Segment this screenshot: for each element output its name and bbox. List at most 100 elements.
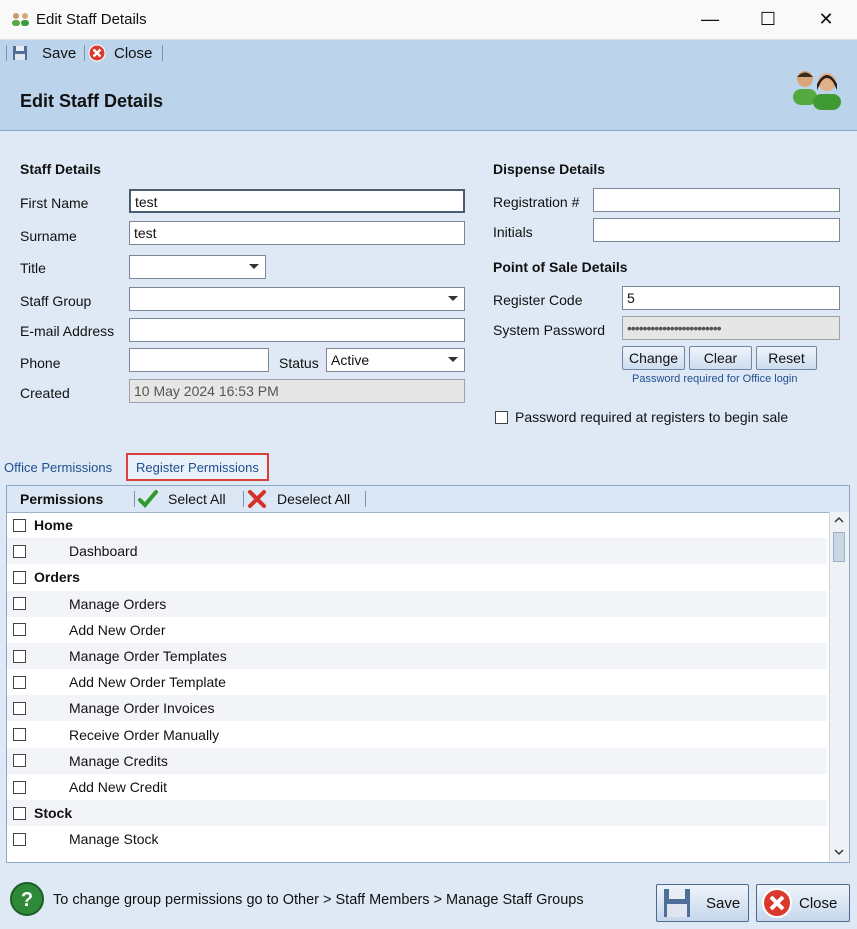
window-title: Edit Staff Details xyxy=(36,11,147,28)
change-password-button[interactable]: Change xyxy=(622,346,685,370)
permissions-scrollbar[interactable] xyxy=(829,512,849,862)
close-label: Close xyxy=(799,894,838,912)
maximize-button[interactable]: ☐ xyxy=(739,0,797,39)
scroll-up-icon[interactable] xyxy=(833,514,845,526)
toolbar-save-button[interactable]: Save xyxy=(12,43,76,63)
scroll-down-icon[interactable] xyxy=(833,846,845,858)
registration-label: Registration # xyxy=(493,194,580,210)
created-field: 10 May 2024 16:53 PM xyxy=(129,379,465,403)
permission-label: Manage Stock xyxy=(69,831,159,848)
permission-row[interactable]: Manage Stock xyxy=(7,826,827,852)
tab-office-permissions[interactable]: Office Permissions xyxy=(4,455,112,479)
permission-label: Add New Credit xyxy=(69,779,168,795)
permission-checkbox[interactable] xyxy=(13,728,26,742)
status-label: Status xyxy=(279,355,319,371)
help-icon: ? xyxy=(10,882,44,916)
permission-label: Manage Orders xyxy=(69,595,167,612)
permission-checkbox[interactable] xyxy=(13,675,26,689)
tab-register-permissions[interactable]: Register Permissions xyxy=(126,453,269,481)
permission-row[interactable]: Manage Orders xyxy=(7,590,827,617)
deselect-all-label: Deselect All xyxy=(277,491,351,507)
permission-checkbox[interactable] xyxy=(13,780,26,794)
system-password-field: •••••••••••••••••••••••• xyxy=(622,316,840,340)
chevron-down-icon xyxy=(448,357,458,362)
toolbar-separator xyxy=(6,45,7,61)
permission-row[interactable]: Add New Order Template xyxy=(7,669,827,695)
permission-row[interactable]: Manage Order Templates xyxy=(7,643,827,669)
window-close-button[interactable]: ✕ xyxy=(797,0,855,39)
toolbar: Save Close xyxy=(0,40,857,66)
close-circle-icon xyxy=(762,888,792,918)
deselect-all-button[interactable]: Deselect All xyxy=(247,489,350,509)
permission-tabs: Office Permissions Register Permissions xyxy=(0,452,857,481)
select-all-button[interactable]: Select All xyxy=(138,489,226,509)
permission-checkbox[interactable] xyxy=(13,518,26,532)
permission-group-row[interactable]: Stock xyxy=(7,800,827,827)
email-field[interactable] xyxy=(129,318,465,342)
first-name-label: First Name xyxy=(20,195,89,211)
permission-row[interactable]: Manage Credits xyxy=(7,747,827,774)
permissions-toolbar: Permissions Select All Deselect All xyxy=(7,486,849,513)
permission-row[interactable]: Manage Order Invoices xyxy=(7,695,827,722)
save-label: Save xyxy=(706,894,741,912)
permission-group-row[interactable]: Orders xyxy=(7,564,827,590)
email-label: E-mail Address xyxy=(20,323,115,339)
close-button[interactable]: Close xyxy=(756,884,850,922)
floppy-disk-icon xyxy=(664,889,690,917)
registration-field[interactable] xyxy=(593,188,840,212)
register-code-label: Register Code xyxy=(493,292,583,308)
toolbar-separator xyxy=(365,491,366,507)
permission-label: Dashboard xyxy=(69,543,138,560)
dispense-details-heading: Dispense Details xyxy=(493,161,606,177)
password-required-checkbox[interactable] xyxy=(495,411,508,424)
permission-label: Manage Order Templates xyxy=(69,648,227,664)
permission-checkbox[interactable] xyxy=(13,597,26,611)
permission-label: Stock xyxy=(34,805,73,822)
toolbar-separator xyxy=(162,45,163,61)
phone-field[interactable] xyxy=(129,348,269,372)
permission-checkbox[interactable] xyxy=(13,832,26,846)
status-dropdown[interactable]: Active xyxy=(326,348,465,372)
staff-app-icon xyxy=(12,13,29,26)
surname-field[interactable]: test xyxy=(129,221,465,245)
initials-label: Initials xyxy=(493,224,533,240)
toolbar-separator xyxy=(243,491,244,507)
permission-checkbox[interactable] xyxy=(13,649,26,663)
minimize-button[interactable]: — xyxy=(681,0,739,39)
permission-checkbox[interactable] xyxy=(13,623,26,637)
toolbar-separator xyxy=(84,45,85,61)
permission-group-row[interactable]: Home xyxy=(7,512,827,538)
initials-field[interactable] xyxy=(593,218,840,242)
permission-row[interactable]: Dashboard xyxy=(7,538,827,565)
first-name-field[interactable]: test xyxy=(129,189,465,213)
register-code-field[interactable]: 5 xyxy=(622,286,840,310)
permission-checkbox[interactable] xyxy=(13,701,26,715)
staff-group-dropdown[interactable] xyxy=(129,287,465,311)
permission-label: Add New Order Template xyxy=(69,674,226,691)
permission-row[interactable]: Add New Credit xyxy=(7,774,827,800)
phone-label: Phone xyxy=(20,355,61,371)
red-x-icon xyxy=(248,490,266,508)
title-label: Title xyxy=(20,260,46,276)
pos-details-heading: Point of Sale Details xyxy=(493,259,628,275)
save-button[interactable]: Save xyxy=(656,884,749,922)
chevron-down-icon xyxy=(448,296,458,301)
permission-row[interactable]: Add New Order xyxy=(7,617,827,643)
permissions-panel: Permissions Select All Deselect All Home… xyxy=(6,485,850,863)
staff-group-label: Staff Group xyxy=(20,293,92,309)
reset-password-button[interactable]: Reset xyxy=(756,346,817,370)
clear-password-button[interactable]: Clear xyxy=(689,346,752,370)
permission-row[interactable]: Receive Order Manually xyxy=(7,722,827,748)
created-label: Created xyxy=(20,385,70,401)
permission-checkbox[interactable] xyxy=(13,570,26,584)
scrollbar-thumb[interactable] xyxy=(833,532,845,562)
permission-checkbox[interactable] xyxy=(13,544,26,558)
permission-checkbox[interactable] xyxy=(13,754,26,768)
surname-label: Surname xyxy=(20,228,77,244)
toolbar-close-button[interactable]: Close xyxy=(88,43,152,63)
permission-label: Orders xyxy=(34,569,80,586)
permission-label: Add New Order xyxy=(69,621,166,638)
title-dropdown[interactable] xyxy=(129,255,266,279)
permission-checkbox[interactable] xyxy=(13,806,26,820)
toolbar-save-label: Save xyxy=(42,44,77,62)
